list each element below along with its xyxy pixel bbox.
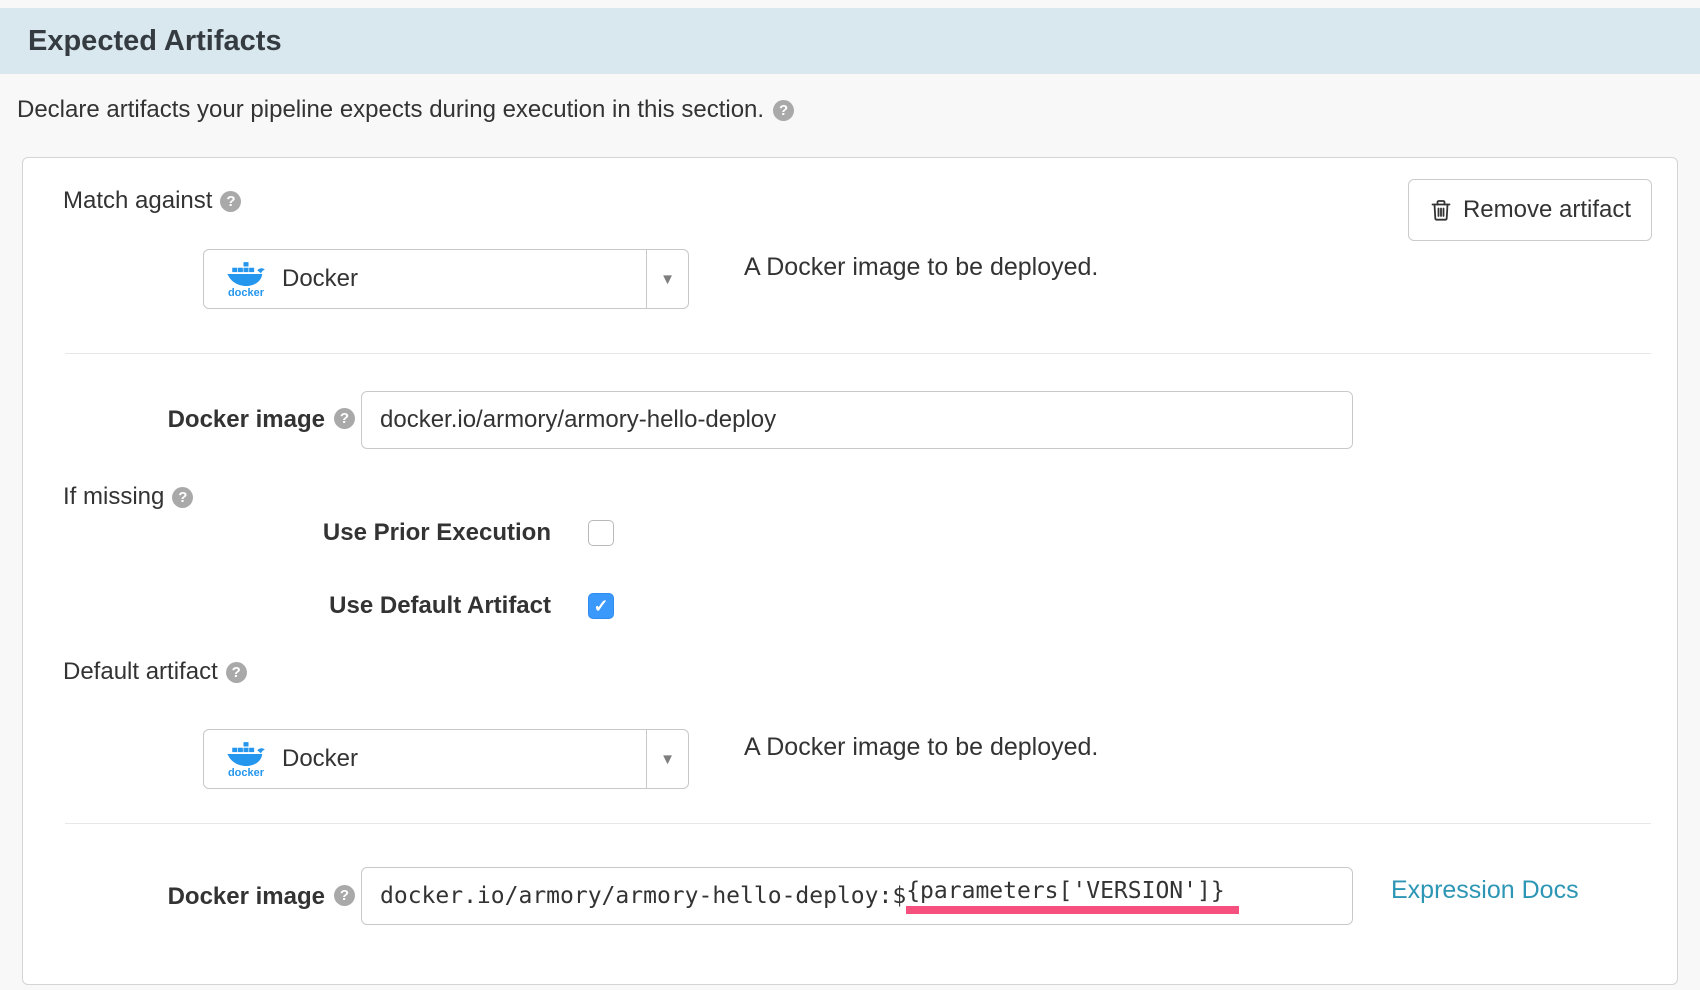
remove-artifact-label: Remove artifact — [1463, 196, 1631, 224]
remove-artifact-button[interactable]: Remove artifact — [1408, 179, 1652, 241]
docker-wordmark: docker — [228, 288, 264, 298]
help-icon[interactable]: ? — [334, 885, 355, 906]
docker-image-label: Docker image — [168, 406, 325, 433]
divider — [65, 353, 1651, 354]
help-icon[interactable]: ? — [773, 100, 794, 121]
match-against-label: Match against — [63, 187, 212, 215]
kind-description: A Docker image to be deployed. — [744, 733, 1098, 762]
expression-highlighted-text: {parameters['VERSION']} — [906, 878, 1239, 914]
help-icon[interactable]: ? — [220, 191, 241, 212]
trash-icon — [1429, 198, 1453, 222]
use-default-artifact-checkbox[interactable]: ✓ — [588, 593, 614, 619]
docker-wordmark: docker — [228, 768, 264, 778]
section-description: Declare artifacts your pipeline expects … — [17, 96, 794, 124]
dropdown-caret-button[interactable]: ▼ — [646, 250, 688, 308]
docker-logo-icon: docker — [224, 740, 268, 778]
help-icon[interactable]: ? — [334, 408, 355, 429]
use-default-artifact-label: Use Default Artifact — [63, 592, 551, 620]
description-text: Declare artifacts your pipeline expects … — [17, 96, 764, 124]
use-prior-execution-checkbox[interactable] — [588, 520, 614, 546]
artifact-kind-select[interactable]: docker Docker ▼ — [203, 249, 689, 309]
default-docker-image-input[interactable]: docker.io/armory/armory-hello-deploy:${p… — [361, 867, 1353, 925]
use-prior-execution-label: Use Prior Execution — [63, 519, 551, 547]
expected-artifacts-page: Expected Artifacts Declare artifacts you… — [0, 0, 1700, 990]
docker-image-input[interactable] — [361, 391, 1353, 449]
default-artifact-kind-selected: docker Docker — [204, 730, 646, 788]
kind-description: A Docker image to be deployed. — [744, 253, 1098, 282]
docker-image-label: Docker image — [168, 883, 325, 910]
default-artifact-label-row: Default artifact ? — [63, 658, 247, 686]
if-missing-label-row: If missing ? — [63, 483, 193, 511]
checkmark-icon: ✓ — [593, 597, 608, 615]
divider — [65, 823, 1651, 824]
help-icon[interactable]: ? — [172, 487, 193, 508]
chevron-down-icon: ▼ — [660, 271, 675, 288]
use-prior-execution-row: Use Prior Execution — [63, 519, 614, 547]
artifact-kind-selected: docker Docker — [204, 250, 646, 308]
if-missing-label: If missing — [63, 483, 164, 511]
expected-artifact-card: Match against ? Remove artifact — [22, 157, 1678, 985]
selected-kind-label: Docker — [282, 745, 358, 773]
chevron-down-icon: ▼ — [660, 751, 675, 768]
use-default-artifact-row: Use Default Artifact ✓ — [63, 592, 614, 620]
help-icon[interactable]: ? — [226, 662, 247, 683]
dropdown-caret-button[interactable]: ▼ — [646, 730, 688, 788]
selected-kind-label: Docker — [282, 265, 358, 293]
docker-image-label-row: Docker image ? — [63, 406, 325, 434]
docker-logo-icon: docker — [224, 260, 268, 298]
match-against-label-row: Match against ? — [63, 187, 241, 215]
expression-text: docker.io/armory/armory-hello-deploy:$ — [380, 883, 906, 909]
expression-docs-link[interactable]: Expression Docs — [1391, 876, 1579, 905]
default-docker-image-label-row: Docker image ? — [63, 883, 325, 911]
default-artifact-kind-select[interactable]: docker Docker ▼ — [203, 729, 689, 789]
default-artifact-label: Default artifact — [63, 658, 218, 686]
section-header: Expected Artifacts — [0, 8, 1700, 74]
page-title: Expected Artifacts — [0, 25, 282, 58]
